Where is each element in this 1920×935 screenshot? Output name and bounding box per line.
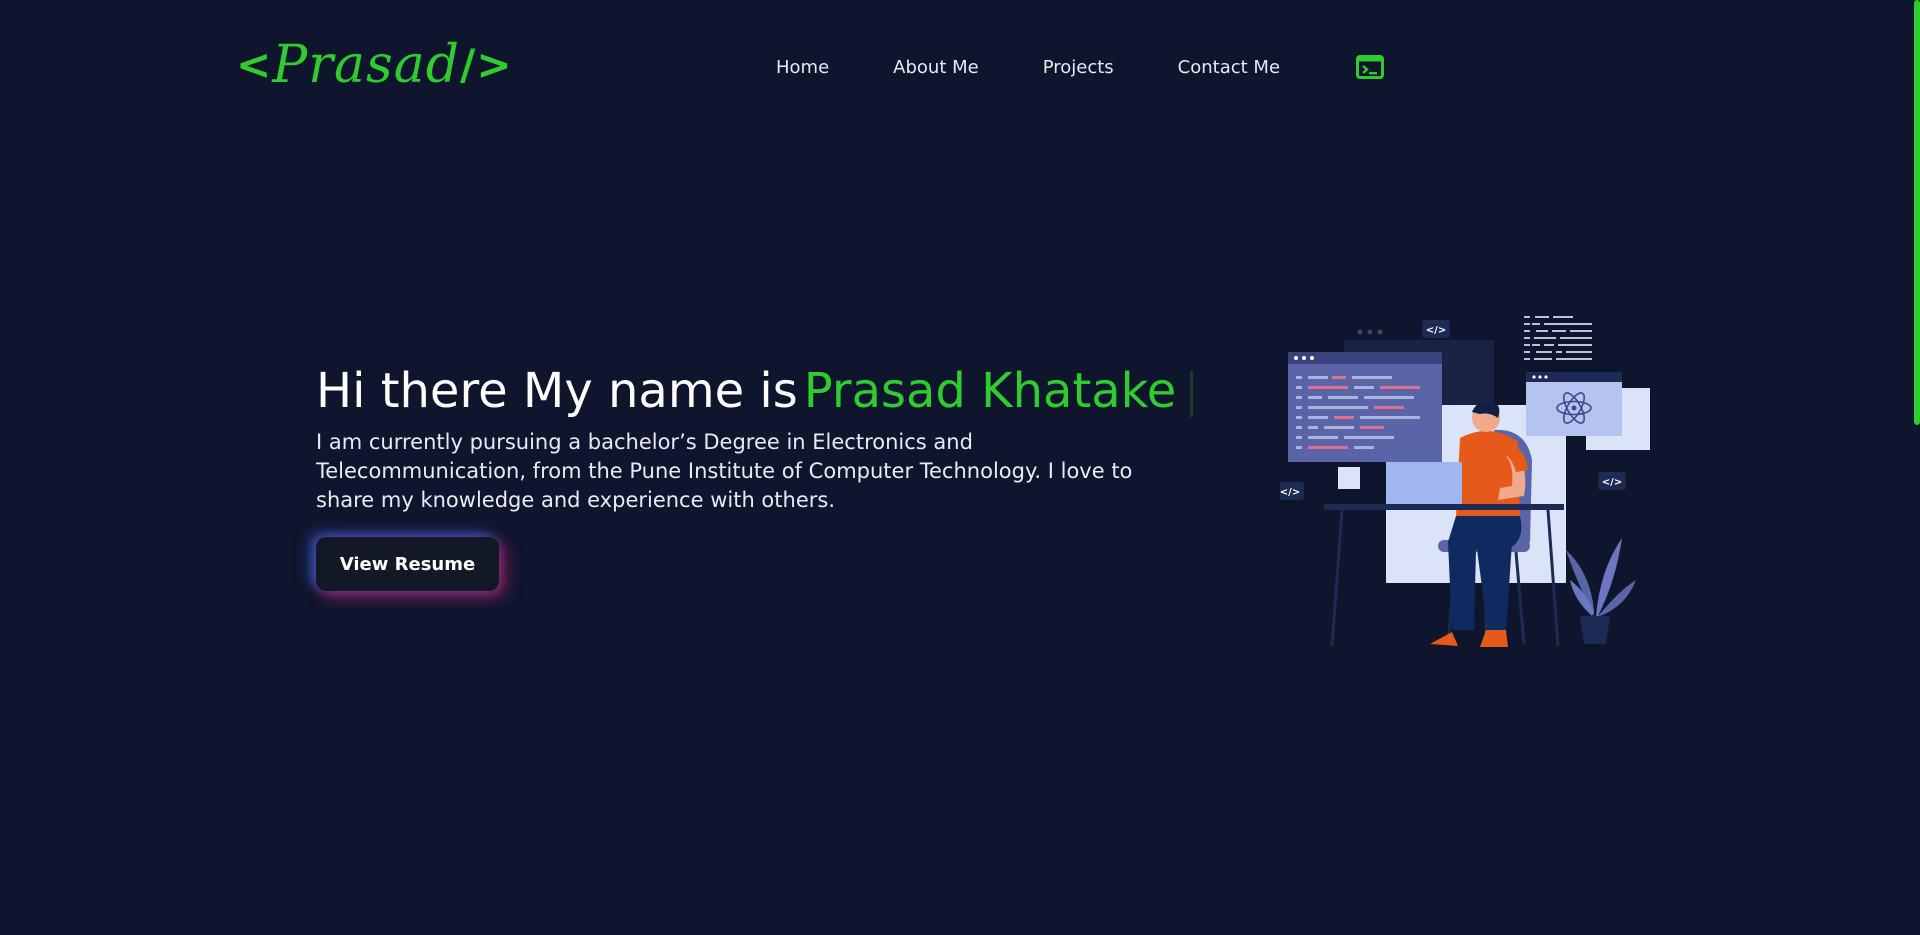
hero-name: Prasad Khatake (803, 363, 1177, 419)
hero-description: I am currently pursuing a bachelor’s Deg… (316, 430, 1133, 512)
scrollbar-thumb[interactable] (1914, 0, 1920, 425)
nav-about-me[interactable]: About Me (893, 57, 979, 78)
logo-close-bracket: /> (460, 40, 513, 89)
developer-illustration: </> </> </> (1280, 316, 1650, 647)
main-nav: Home About Me Projects Contact Me (776, 52, 1280, 82)
code-tag-icon: </> (1426, 325, 1446, 336)
terminal-button[interactable] (1356, 55, 1384, 79)
logo-open-bracket: < (236, 40, 273, 89)
nav-home[interactable]: Home (776, 57, 829, 78)
page-scrollbar[interactable] (1914, 0, 1920, 935)
code-tag-icon: </> (1602, 477, 1622, 488)
hero-heading: Hi there My name is Prasad Khatake (316, 362, 1194, 420)
nav-contact-me[interactable]: Contact Me (1178, 57, 1280, 78)
typing-cursor (1190, 371, 1194, 417)
site-logo[interactable]: <Prasad/> (236, 30, 512, 100)
hero-greeting: Hi there My name is (316, 363, 798, 419)
page: <Prasad/> Home About Me Projects Contact… (0, 0, 1920, 935)
logo-text: Prasad (272, 35, 461, 95)
nav-projects[interactable]: Projects (1043, 57, 1114, 78)
code-tag-icon: </> (1280, 487, 1300, 498)
view-resume-button[interactable]: View Resume (316, 537, 499, 591)
terminal-icon (1356, 55, 1384, 79)
